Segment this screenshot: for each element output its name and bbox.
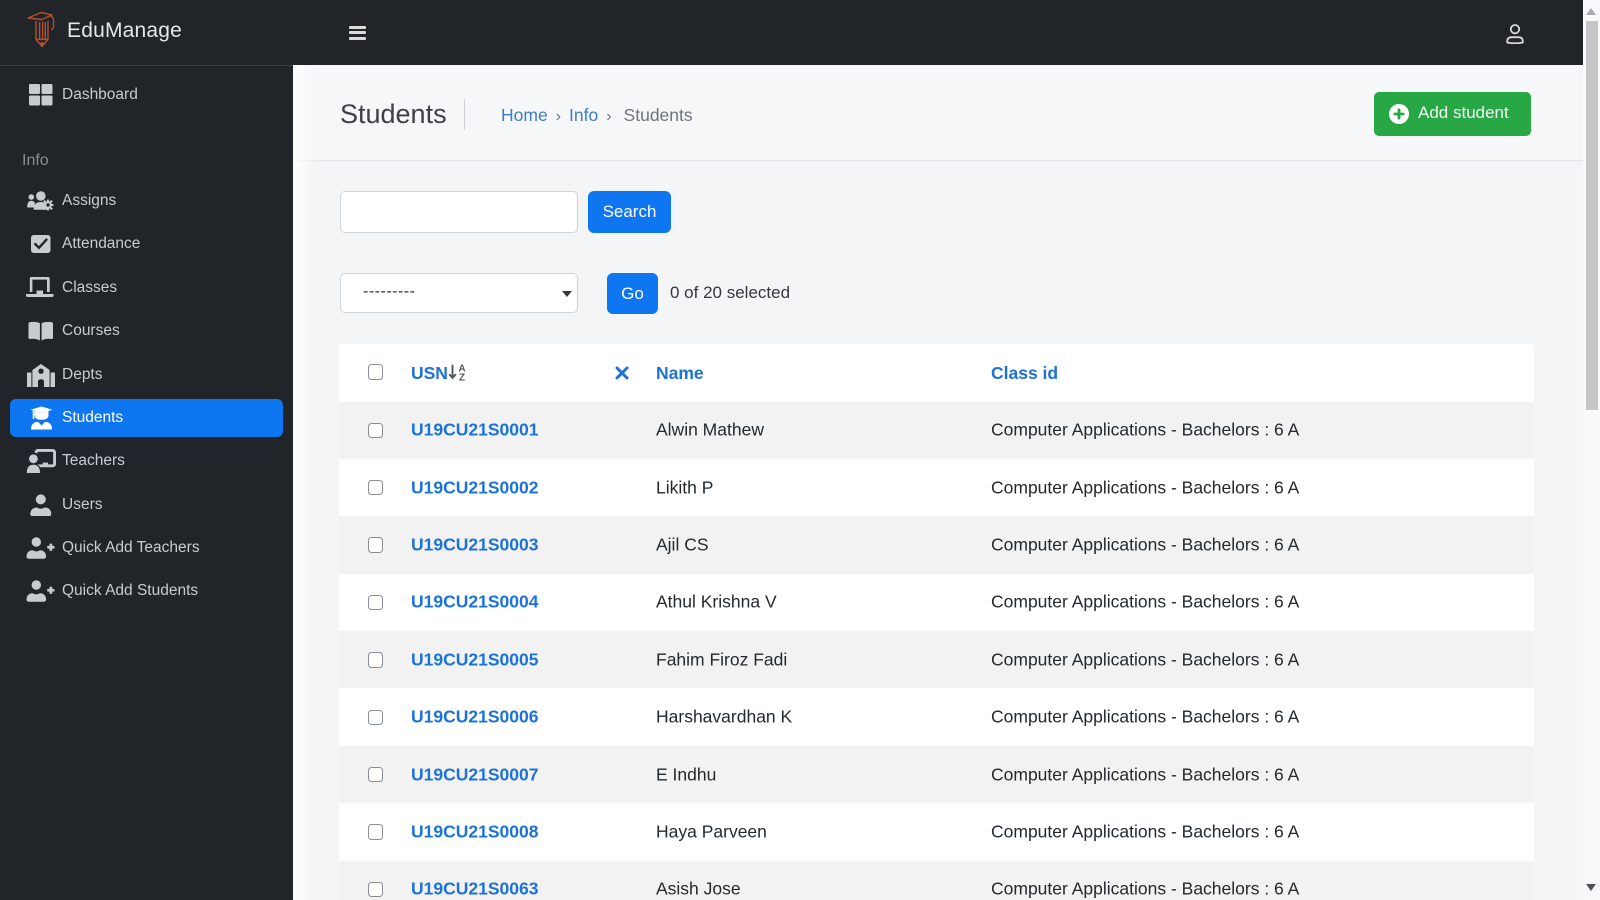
- svg-text:Z: Z: [459, 373, 465, 381]
